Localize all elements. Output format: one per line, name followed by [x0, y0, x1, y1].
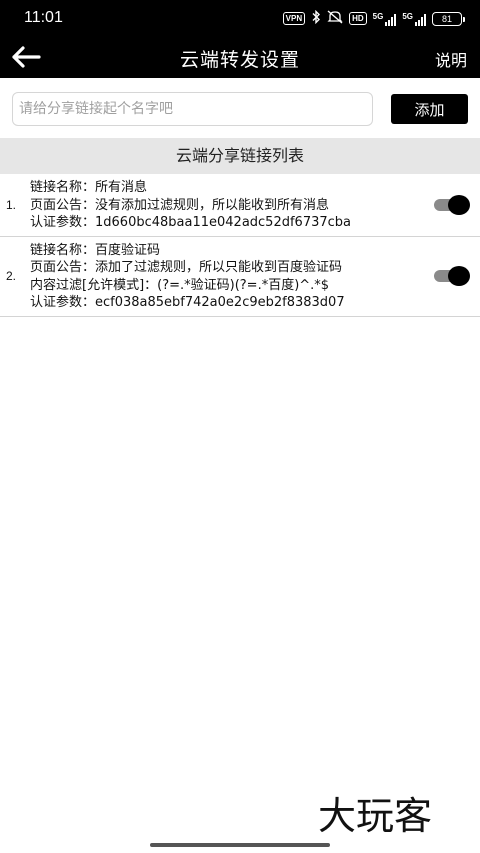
item-auth-param: 认证参数：ecf038a85ebf742a0e2c9eb2f8383d07	[30, 295, 345, 310]
vpn-icon: VPN	[282, 12, 306, 25]
page-title: 云端转发设置	[179, 49, 300, 71]
app-bar: 云端转发设置 说明	[0, 36, 480, 78]
status-icons: VPN HD 5G 5G 81	[282, 9, 465, 27]
item-auth-param: 认证参数：1d660bc48baa11e042adc52df6737cba	[30, 215, 352, 230]
watermark-logo: 大玩客	[318, 794, 433, 838]
item-notice: 页面公告：没有添加过滤规则，所以能收到所有消息	[30, 197, 330, 213]
item-content-filter: 内容过滤[允许模式]：(?=.*验证码)(?=.*百度)^.*$	[30, 277, 330, 293]
signal-icon-2: 5G	[402, 12, 426, 26]
bluetooth-icon	[311, 9, 321, 27]
battery-icon: 81	[432, 11, 465, 26]
link-name-input[interactable]	[12, 92, 373, 126]
item-index: 1.	[6, 197, 17, 212]
item-link-name: 链接名称：百度验证码	[30, 242, 161, 258]
status-time: 11:01	[24, 9, 63, 26]
list-item[interactable]: 1. 链接名称：所有消息 页面公告：没有添加过滤规则，所以能收到所有消息 认证参…	[0, 174, 480, 237]
link-list: 1. 链接名称：所有消息 页面公告：没有添加过滤规则，所以能收到所有消息 认证参…	[0, 174, 480, 317]
item-link-name: 链接名称：所有消息	[30, 180, 148, 195]
toggle-knob	[448, 194, 470, 215]
hd-icon: HD	[349, 12, 367, 25]
add-link-form: 添加	[0, 78, 480, 138]
enable-toggle[interactable]	[432, 194, 470, 215]
help-link[interactable]: 说明	[435, 47, 467, 71]
add-button[interactable]: 添加	[391, 94, 468, 124]
list-item[interactable]: 2. 链接名称：百度验证码 页面公告：添加了过滤规则，所以只能收到百度验证码 内…	[0, 237, 480, 317]
section-header: 云端分享链接列表	[0, 138, 480, 174]
network-type-label-2: 5G	[402, 11, 413, 21]
item-notice: 页面公告：添加了过滤规则，所以只能收到百度验证码	[30, 260, 343, 275]
status-bar: 11:01 VPN HD 5G 5G 81	[0, 0, 480, 36]
enable-toggle[interactable]	[432, 266, 470, 286]
gesture-bar[interactable]	[150, 843, 330, 847]
mute-icon	[327, 10, 343, 27]
item-index: 2.	[6, 269, 17, 283]
signal-icon: 5G	[373, 12, 397, 26]
network-type-label: 5G	[372, 11, 384, 21]
toggle-knob	[448, 266, 470, 286]
